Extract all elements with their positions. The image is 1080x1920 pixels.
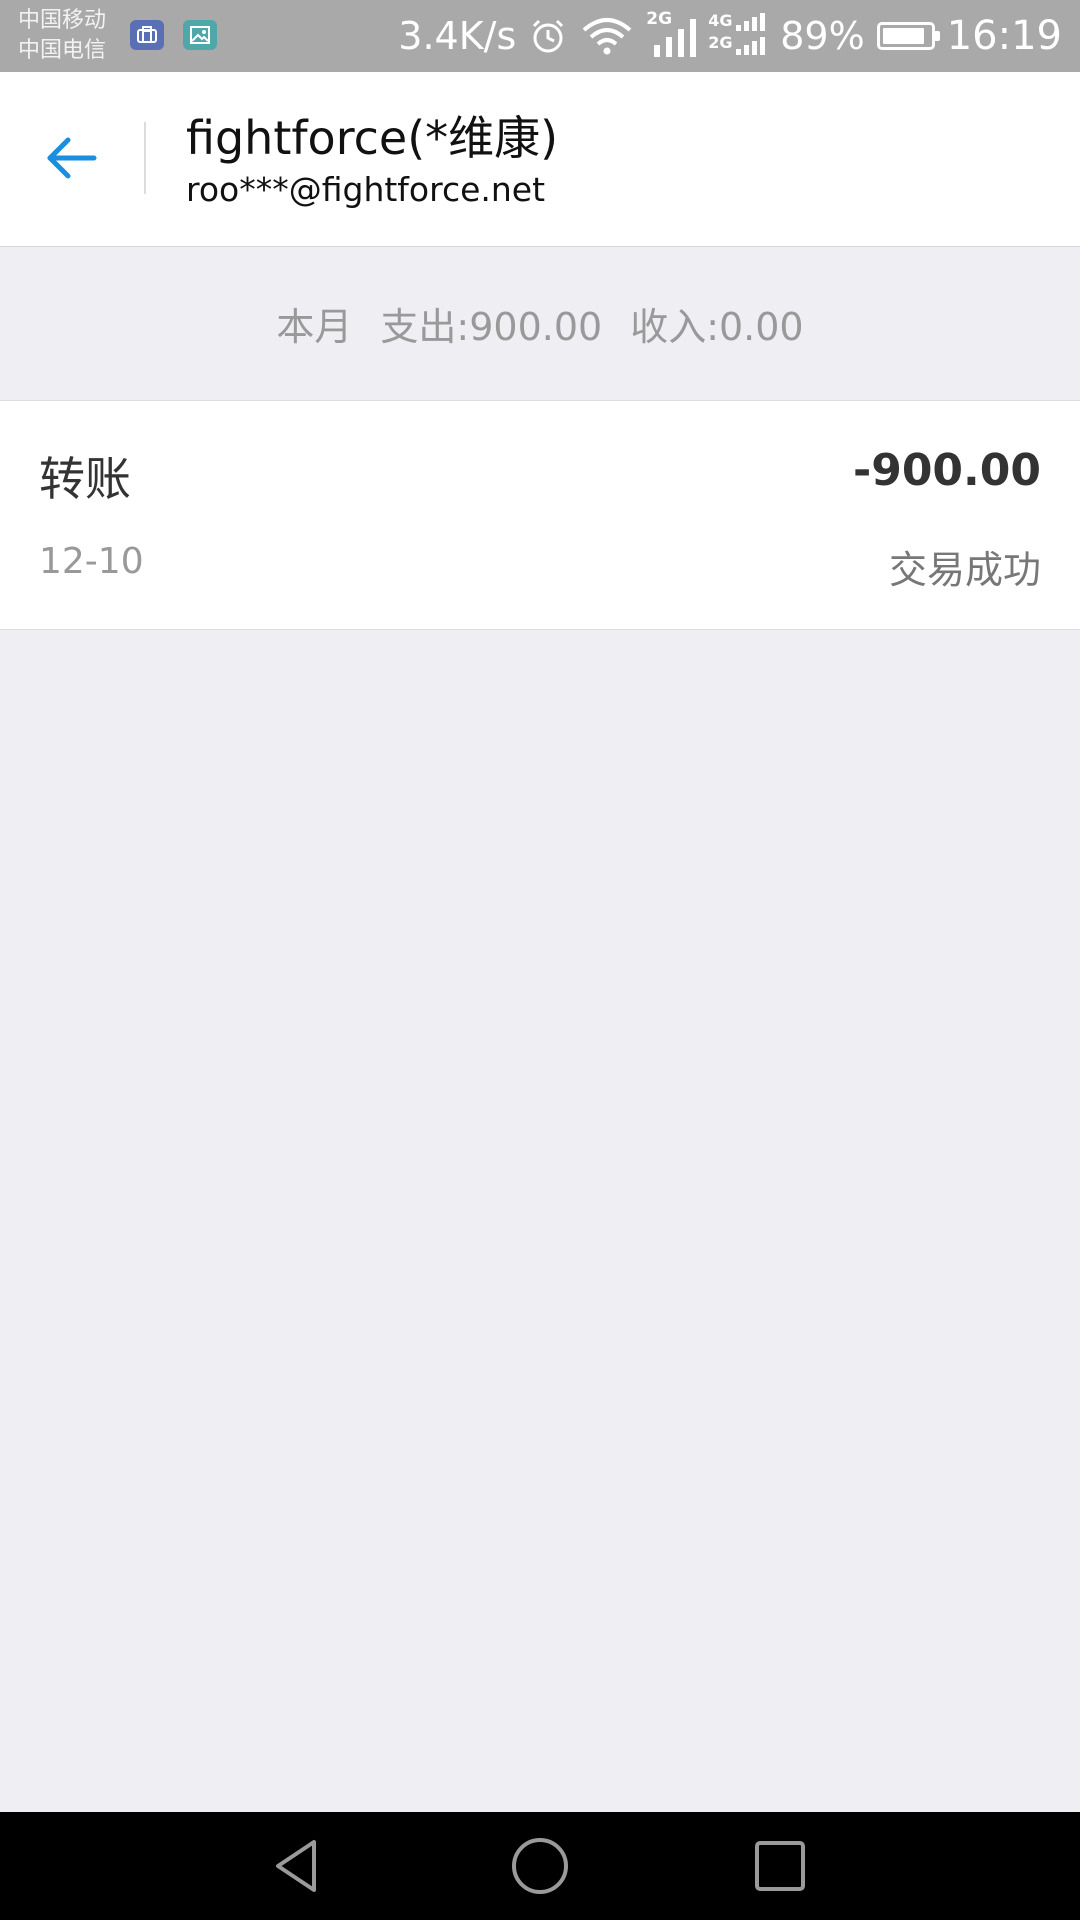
transaction-type: 转账	[39, 452, 131, 506]
arrow-left-icon	[47, 137, 97, 179]
transaction-date: 12-10	[39, 541, 144, 582]
alarm-icon	[528, 16, 568, 56]
wifi-icon	[580, 16, 634, 56]
battery-fill	[882, 28, 924, 44]
nav-home-button[interactable]	[510, 1836, 570, 1896]
nav-back-button[interactable]	[270, 1836, 330, 1896]
carrier-2: 中国电信	[18, 38, 107, 63]
nav-recent-button[interactable]	[750, 1836, 810, 1896]
transaction-status: 交易成功	[888, 548, 1041, 592]
status-indicators: 3.4K/s 2G 4G 2G 89% 16:19	[398, 0, 1062, 72]
summary-income: 收入:0.00	[630, 305, 804, 349]
battery-icon	[876, 22, 940, 50]
screen: 中国移动 中国电信 3.4K/s 2G 4G 2G 89% 16:19 figh…	[0, 0, 1080, 1920]
status-bar: 中国移动 中国电信 3.4K/s 2G 4G 2G 89% 16:19	[0, 0, 1080, 72]
monthly-summary: 本月 支出:900.00 收入:0.00	[0, 247, 1080, 401]
signal-label: 2G	[646, 9, 673, 29]
account-email: roo***@fightforce.net	[186, 170, 546, 209]
nav-home-icon	[512, 1838, 568, 1894]
clock: 16:19	[946, 13, 1062, 59]
briefcase-icon	[130, 20, 164, 50]
page-title: fightforce(*维康)	[186, 111, 559, 165]
navigation-bar	[0, 1812, 1080, 1920]
summary-period: 本月	[276, 305, 353, 349]
nav-back-icon	[276, 1840, 316, 1892]
transaction-amount: -900.00	[852, 445, 1041, 496]
nav-recent-icon	[755, 1841, 805, 1891]
header: fightforce(*维康) roo***@fightforce.net	[0, 72, 1080, 247]
summary-expense: 支出:900.00	[380, 305, 603, 349]
battery-percent: 89%	[780, 14, 865, 58]
back-button[interactable]	[36, 122, 108, 194]
carrier-info: 中国移动 中国电信	[18, 6, 106, 66]
header-divider	[144, 122, 146, 194]
signal-icon: 2G	[646, 9, 697, 61]
carrier-1: 中国移动	[18, 8, 107, 33]
network-speed: 3.4K/s	[398, 14, 517, 58]
transaction-row[interactable]: 转账 -900.00 12-10 交易成功	[0, 401, 1080, 630]
image-icon	[183, 20, 217, 50]
signal-icon-2: 4G 2G	[708, 11, 768, 61]
